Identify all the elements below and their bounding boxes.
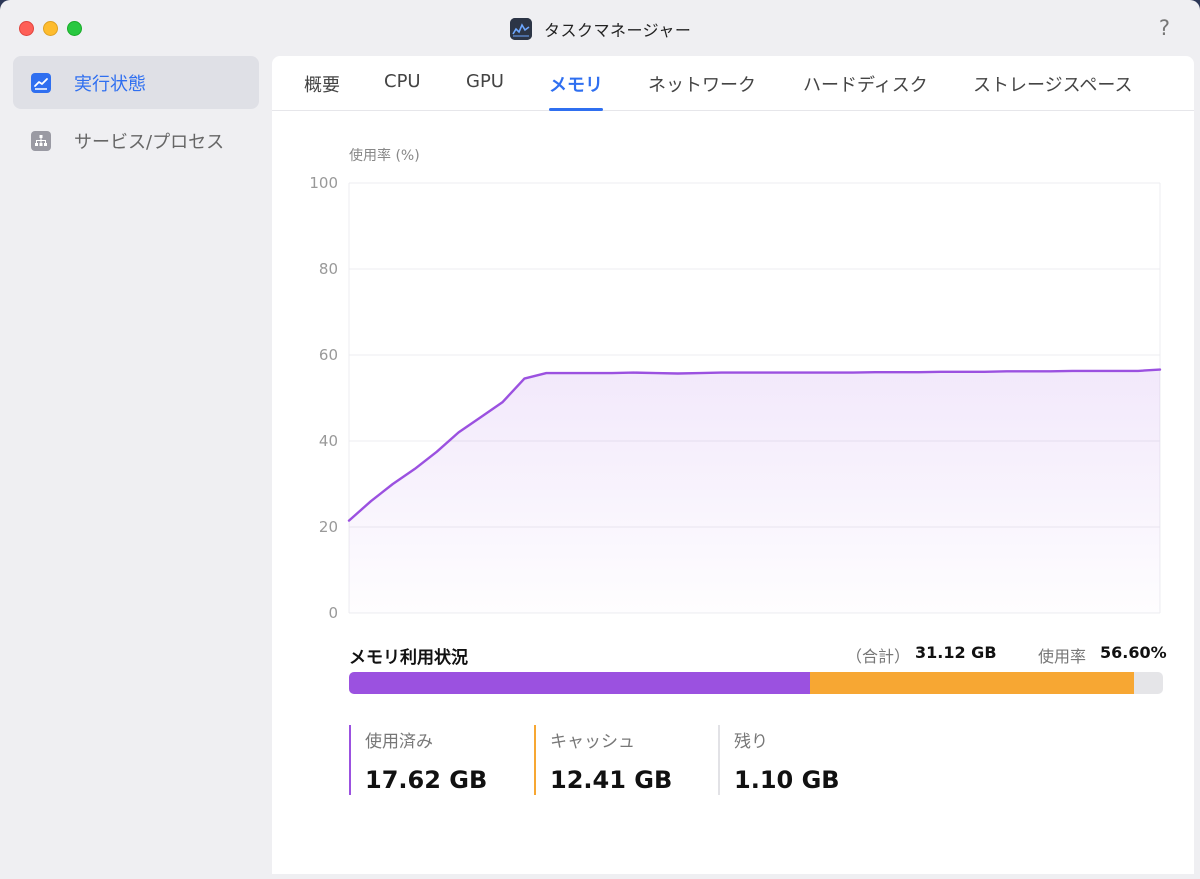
y-tick-label: 0 xyxy=(328,604,338,622)
legend-cache-value: 12.41 GB xyxy=(550,766,673,794)
memory-total-value: 31.12 GB xyxy=(915,643,997,662)
main-content: 概要 CPU GPU メモリ ネットワーク ハードディスク ストレージスペース … xyxy=(272,56,1194,874)
legend-used-label: 使用済み xyxy=(365,732,433,752)
sidebar: 実行状態 サービス/プロセス xyxy=(0,56,270,879)
window-title: タスクマネージャー xyxy=(544,21,692,40)
sidebar-item-label: 実行状態 xyxy=(74,73,146,95)
tab-hard-disk[interactable]: ハードディスク xyxy=(803,71,928,111)
memory-cache-segment xyxy=(809,672,1135,694)
y-tick-label: 80 xyxy=(319,260,338,278)
y-tick-label: 100 xyxy=(309,174,338,192)
tab-network[interactable]: ネットワーク xyxy=(648,71,756,111)
tab-gpu[interactable]: GPU xyxy=(466,71,504,111)
window-title-group: タスクマネージャー xyxy=(510,17,691,41)
y-tick-label: 20 xyxy=(319,518,338,536)
legend-free: 残り 1.10 GB xyxy=(718,725,840,795)
memory-usage-rate-label: 使用率 xyxy=(1038,647,1087,666)
titlebar: タスクマネージャー ? xyxy=(0,0,1200,56)
close-window-button[interactable] xyxy=(19,21,34,36)
memory-usage-rate-value: 56.60% xyxy=(1100,643,1167,662)
tab-memory[interactable]: メモリ xyxy=(549,71,603,111)
tab-overview[interactable]: 概要 xyxy=(304,71,340,111)
help-button[interactable]: ? xyxy=(1159,16,1170,40)
y-axis-label: 使用率 (%) xyxy=(349,147,420,164)
chart-icon xyxy=(31,72,51,93)
memory-usage-chart: 使用率 (%) 0 20 40 60 80 100 xyxy=(309,147,1162,622)
tab-bar: 概要 CPU GPU メモリ ネットワーク ハードディスク ストレージスペース xyxy=(272,56,1194,111)
minimize-window-button[interactable] xyxy=(43,21,58,36)
legend-cache: キャッシュ 12.41 GB xyxy=(534,725,672,795)
hierarchy-icon xyxy=(31,130,51,151)
memory-total-label: （合計） xyxy=(846,647,911,666)
memory-usage-area xyxy=(349,369,1160,613)
legend-used: 使用済み 17.62 GB xyxy=(349,725,487,795)
sidebar-item-performance[interactable]: 実行状態 xyxy=(13,56,259,109)
sidebar-item-services[interactable]: サービス/プロセス xyxy=(13,114,259,167)
legend-used-value: 17.62 GB xyxy=(365,766,488,794)
task-manager-window: タスクマネージャー ? 実行状態 サービス/プロセス 概要 CPU GPU メモ… xyxy=(0,0,1200,879)
y-tick-label: 60 xyxy=(319,346,338,364)
memory-used-segment xyxy=(349,672,810,694)
legend-free-value: 1.10 GB xyxy=(734,766,840,794)
memory-usage-bar xyxy=(349,672,1163,694)
tab-storage-space[interactable]: ストレージスペース xyxy=(973,71,1132,111)
tab-cpu[interactable]: CPU xyxy=(384,71,421,111)
y-tick-label: 40 xyxy=(319,432,338,450)
sidebar-item-label: サービス/プロセス xyxy=(74,131,225,153)
task-manager-app-icon xyxy=(510,18,532,40)
legend-free-label: 残り xyxy=(734,732,768,752)
maximize-window-button[interactable] xyxy=(67,21,82,36)
legend-cache-label: キャッシュ xyxy=(550,732,635,752)
memory-usage-title: メモリ利用状況 xyxy=(349,648,468,668)
